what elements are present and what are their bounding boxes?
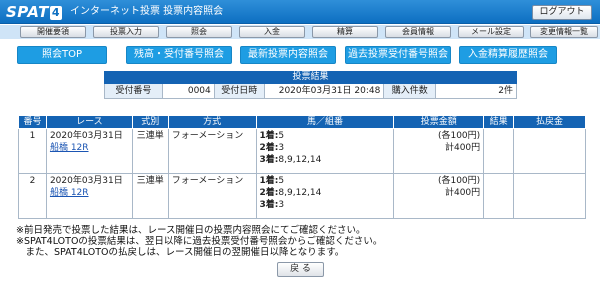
balance-receipt-inquiry-button[interactable]: 残高・受付番号照会 — [126, 46, 232, 64]
combination-cell: 1着:5 2着:8,9,12,14 3着:3 — [255, 173, 395, 219]
row-number: 1 — [18, 128, 47, 174]
logout-button[interactable]: ログアウト — [532, 5, 592, 20]
spat4-logo[interactable]: SPAT 4 — [6, 3, 62, 21]
race-link[interactable]: 船橋 12R — [50, 187, 129, 199]
race-date: 2020年03月31日 — [49, 176, 123, 186]
result-cell — [483, 128, 515, 174]
nav-item-inquiry[interactable]: 照会 — [166, 26, 232, 38]
race-cell: 2020年03月31日 船橋 12R — [45, 128, 133, 174]
col-bet-type: 式別 — [131, 115, 169, 129]
col-payout: 払戻金 — [513, 115, 586, 129]
race-cell: 2020年03月31日 船橋 12R — [45, 173, 133, 219]
row-number: 2 — [18, 173, 47, 219]
receipt-number-label: 受付番号 — [104, 83, 163, 99]
nav-item-deposit[interactable]: 入金 — [239, 26, 305, 38]
first-place-label: 1着: — [259, 131, 279, 141]
amount-cell: (各100円) 計400円 — [393, 173, 485, 219]
second-place-label: 2着: — [259, 143, 279, 153]
nav-item-settlement[interactable]: 精算 — [312, 26, 378, 38]
race-link[interactable]: 船橋 12R — [50, 142, 129, 154]
third-place-value: 3 — [278, 200, 285, 210]
first-place-value: 5 — [278, 131, 285, 141]
table-row: 2 2020年03月31日 船橋 12R 三連単 フォーメーション 1着:5 2… — [18, 173, 586, 219]
latest-vote-inquiry-button[interactable]: 最新投票内容照会 — [240, 46, 336, 64]
second-place-value: 8,9,12,14 — [278, 188, 322, 198]
back-button[interactable]: 戻 る — [277, 262, 324, 277]
bet-method: フォーメーション — [167, 128, 257, 174]
bet-table-header: 番号 レース 式別 方式 馬／組番 投票金額 結果 払戻金 — [18, 115, 586, 129]
app-header: SPAT 4 インターネット投票 投票内容照会 ログアウト — [0, 0, 600, 24]
page-title: インターネット投票 投票内容照会 — [70, 6, 224, 17]
result-cell — [483, 173, 515, 219]
bet-type: 三連単 — [131, 173, 169, 219]
receipt-datetime-label: 受付日時 — [213, 83, 265, 99]
note-line: ※前日発売で投票した結果は、レース開催日の投票内容照会にてご確認ください。 — [16, 225, 366, 236]
race-date: 2020年03月31日 — [49, 131, 123, 141]
payout-cell — [513, 128, 586, 174]
third-place-label: 3着: — [259, 200, 279, 210]
third-place-label: 3着: — [259, 155, 279, 165]
col-race: レース — [45, 115, 133, 129]
second-place-value: 3 — [278, 143, 285, 153]
col-method: 方式 — [167, 115, 257, 129]
logo-number: 4 — [49, 6, 62, 20]
receipt-datetime-value: 2020年03月31日 20:48 — [263, 83, 385, 99]
col-result: 結果 — [483, 115, 515, 129]
deposit-settlement-history-button[interactable]: 入金精算履歴照会 — [459, 46, 557, 64]
first-place-label: 1着: — [259, 176, 279, 186]
table-row: 1 2020年03月31日 船橋 12R 三連単 フォーメーション 1着:5 2… — [18, 128, 586, 174]
purchase-count-label: 購入件数 — [383, 83, 437, 99]
past-receipt-inquiry-button[interactable]: 過去投票受付番号照会 — [345, 46, 451, 64]
nav-item-member-info[interactable]: 会員情報 — [385, 26, 451, 38]
col-bet-amount: 投票金額 — [393, 115, 485, 129]
nav-item-change-list[interactable]: 変更情報一覧 — [530, 26, 598, 38]
amount-cell: (各100円) 計400円 — [393, 128, 485, 174]
inquiry-top-button[interactable]: 照会TOP — [17, 46, 107, 64]
payout-cell — [513, 173, 586, 219]
nav-item-vote-input[interactable]: 投票入力 — [93, 26, 159, 38]
combination-cell: 1着:5 2着:3 3着:8,9,12,14 — [255, 128, 395, 174]
unit-amount: (各100円) — [437, 131, 481, 141]
main-nav: 開催要領 投票入力 照会 入金 精算 会員情報 メール設定 変更情報一覧 — [0, 25, 600, 39]
note-line: また、SPAT4LOTOの払戻しは、レース開催日の翌開催日以降となります。 — [16, 247, 345, 258]
receipt-number-value: 0004 — [161, 83, 215, 99]
vote-result-summary: 投票結果 受付番号 0004 受付日時 2020年03月31日 20:48 購入… — [104, 71, 517, 99]
col-number: 番号 — [18, 115, 47, 129]
logo-text: SPAT — [6, 3, 49, 21]
note-line: ※SPAT4LOTOの投票結果は、翌日以降に過去投票受付番号照会からご確認くださ… — [16, 236, 383, 247]
second-place-label: 2着: — [259, 188, 279, 198]
purchase-count-value: 2件 — [435, 83, 517, 99]
summary-heading: 投票結果 — [104, 71, 517, 84]
total-amount: 計400円 — [444, 143, 481, 153]
unit-amount: (各100円) — [437, 176, 481, 186]
total-amount: 計400円 — [444, 188, 481, 198]
bet-type: 三連単 — [131, 128, 169, 174]
col-horse-combination: 馬／組番 — [255, 115, 395, 129]
first-place-value: 5 — [278, 176, 285, 186]
third-place-value: 8,9,12,14 — [278, 155, 322, 165]
notes: ※前日発売で投票した結果は、レース開催日の投票内容照会にてご確認ください。 ※S… — [16, 225, 596, 258]
nav-item-mail-settings[interactable]: メール設定 — [458, 26, 524, 38]
bet-detail-table: 番号 レース 式別 方式 馬／組番 投票金額 結果 払戻金 1 2020年03月… — [18, 115, 586, 219]
bet-method: フォーメーション — [167, 173, 257, 219]
nav-item-schedule[interactable]: 開催要領 — [20, 26, 86, 38]
